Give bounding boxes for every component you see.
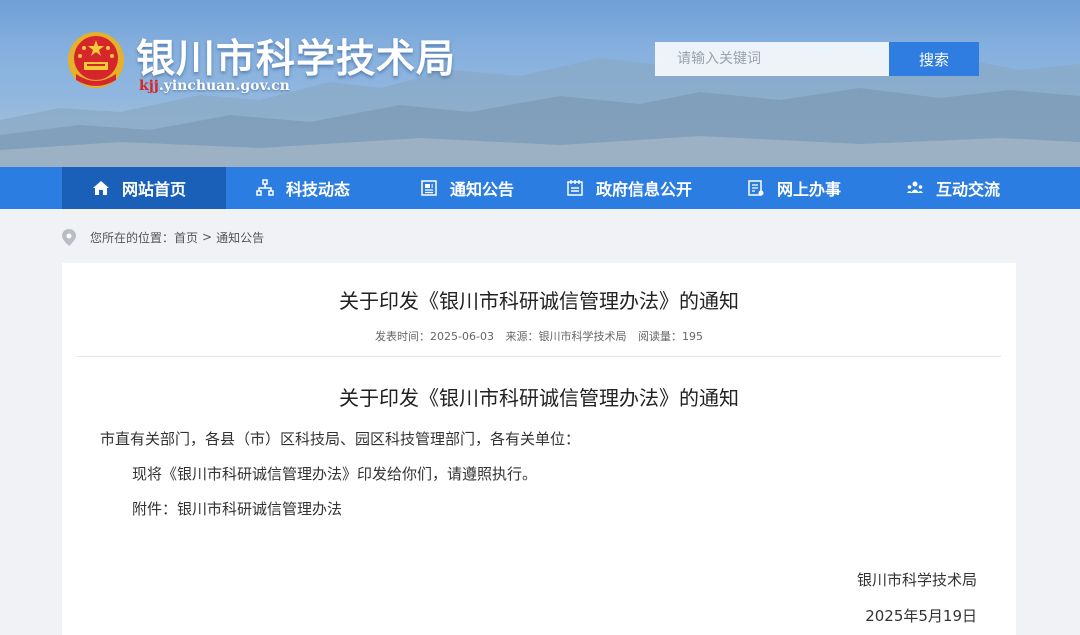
nav-label: 网上办事 [777,180,842,199]
search-input[interactable] [655,42,890,76]
breadcrumb-prefix: 您所在的位置： [90,230,175,245]
home-icon [93,181,109,195]
nav-item-notices[interactable]: 通知公告 [420,167,514,209]
search-button[interactable]: 搜索 [889,42,979,76]
nav-label: 互动交流 [936,180,1001,199]
nav-label: 政府信息公开 [596,180,693,199]
view-count: 阅读量：195 [637,330,703,343]
main-nav: 网站首页 科技动态 通知公告 政府信息公开 网上办事 互动交流 [0,167,1080,209]
article-title: 关于印发《银川市科研诚信管理办法》的通知 [339,289,739,313]
breadcrumb-home-link[interactable]: 首页 [174,229,198,246]
nav-label: 通知公告 [450,180,515,199]
article-panel: 关于印发《银川市科研诚信管理办法》的通知 发表时间：2025-06-03 来源：… [62,263,1016,635]
nav-item-online-service[interactable]: 网上办事 [747,167,841,209]
calendar-doc-icon [567,180,583,196]
domain-prefix: kjj [139,78,159,94]
nav-label: 网站首页 [122,180,187,199]
site-header: 银川市科学技术局 kjj.yinchuan.gov.cn 搜索 [0,0,1080,167]
nav-item-interaction[interactable]: 互动交流 [906,167,1000,209]
site-title: 银川市科学技术局 [136,37,457,82]
nav-item-gov-info[interactable]: 政府信息公开 [566,167,692,209]
form-icon [748,180,764,196]
notice-icon [421,180,437,196]
nav-label: 科技动态 [286,180,351,199]
network-icon [256,179,274,196]
people-icon [907,181,923,193]
signature-date: 2025年5月19日 [865,607,977,625]
article-meta: 发表时间：2025-06-03 来源：银川市科学技术局 阅读量：195 [62,328,1016,344]
nav-item-tech-news[interactable]: 科技动态 [256,167,350,209]
breadcrumb: 您所在的位置： 首页 > 通知公告 [62,228,264,246]
breadcrumb-separator: > [202,230,213,244]
divider [77,356,1001,357]
document-title: 关于印发《银川市科研诚信管理办法》的通知 [339,386,739,410]
breadcrumb-current-link[interactable]: 通知公告 [216,229,264,246]
nav-item-home[interactable]: 网站首页 [62,167,226,209]
article-source: 来源：银川市科学技术局 [505,330,627,343]
salutation: 市直有关部门，各县（市）区科技局、园区科技管理部门，各有关单位： [100,430,581,448]
domain-rest: .yinchuan.gov.cn [158,78,290,94]
location-pin-icon [62,228,76,246]
signature-org: 银川市科学技术局 [856,571,977,589]
publish-time: 发表时间：2025-06-03 [375,330,494,343]
site-domain: kjj.yinchuan.gov.cn [139,78,290,94]
national-emblem-icon [68,32,124,88]
body-paragraph: 现将《银川市科研诚信管理办法》印发给你们，请遵照执行。 [132,465,538,483]
attachment-line: 附件：银川市科研诚信管理办法 [132,500,343,518]
